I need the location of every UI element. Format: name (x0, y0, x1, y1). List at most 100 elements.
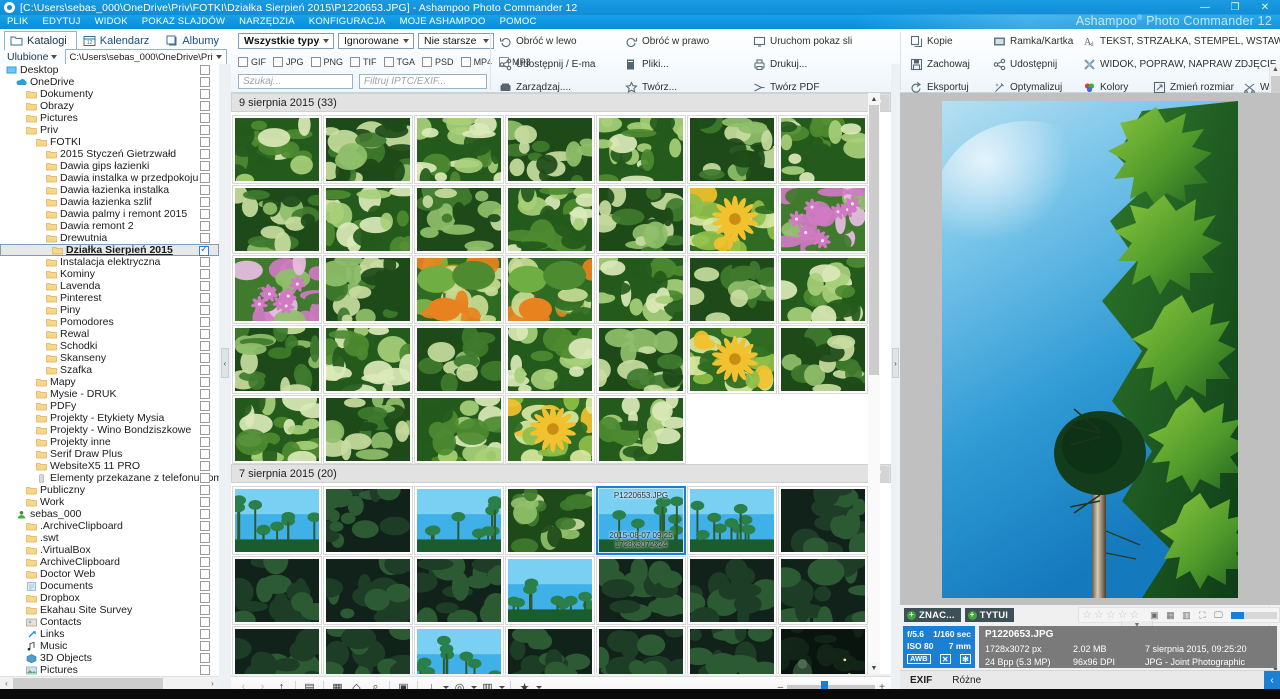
thumbnail[interactable] (596, 626, 686, 674)
tree-item[interactable]: ArchiveClipboard (0, 556, 219, 568)
tree-item[interactable]: Documents (0, 580, 219, 592)
tree-item-checkbox[interactable] (200, 209, 210, 219)
tree-item[interactable]: Pictures (0, 112, 219, 124)
tree-item[interactable]: Dawia palmy i remont 2015 (0, 208, 219, 220)
scroll-down-icon[interactable]: ▼ (868, 662, 880, 674)
tree-item[interactable]: Doctor Web (0, 568, 219, 580)
star-icon[interactable]: ☆ (1094, 610, 1104, 621)
action-slideshow[interactable]: Uruchom pokaz sli (751, 34, 854, 49)
tree-item[interactable]: Obrazy (0, 100, 219, 112)
tab-rozne[interactable]: Różne (942, 675, 991, 686)
scroll-up-icon[interactable]: ▲ (1270, 64, 1280, 75)
tree-item-checkbox[interactable] (200, 197, 210, 207)
star-icon[interactable]: ☆ (1082, 610, 1092, 621)
tree-item[interactable]: Piny (0, 304, 219, 316)
browser-vertical-scrollbar[interactable]: ▲ ▼ (868, 93, 880, 674)
thumbnail[interactable] (596, 115, 686, 184)
tree-item-checkbox[interactable] (200, 425, 210, 435)
format-checkbox-psd[interactable]: PSD (422, 57, 454, 67)
thumbnail[interactable] (687, 556, 777, 625)
format-checkbox-mp4[interactable]: MP4 (461, 57, 493, 67)
tree-item-checkbox[interactable] (200, 65, 210, 75)
action-copy[interactable]: Kopie (908, 34, 991, 49)
fit-icon[interactable]: ▣ (1147, 609, 1161, 621)
tree-item[interactable]: Dawia gips łazienki (0, 160, 219, 172)
menu-item-pokaz-slajd-w[interactable]: POKAZ SLAJDÓW (135, 15, 232, 29)
tree-item-checkbox[interactable] (200, 605, 210, 615)
action-files[interactable]: Pliki... (623, 57, 751, 72)
tree-item-checkbox[interactable] (200, 233, 210, 243)
thumbnail[interactable] (687, 325, 777, 394)
thumbnail[interactable] (414, 185, 504, 254)
thumbnail[interactable] (414, 626, 504, 674)
tree-item-checkbox[interactable] (200, 269, 210, 279)
tree-item-checkbox[interactable] (200, 317, 210, 327)
thumbnail[interactable] (596, 255, 686, 324)
splitter-handle[interactable]: ‹ (221, 348, 229, 378)
zoom-thumb[interactable] (1231, 612, 1244, 619)
checkbox[interactable] (350, 57, 360, 67)
thumbnail[interactable] (596, 556, 686, 625)
tree-item[interactable]: Links (0, 628, 219, 640)
tab-kalendarz[interactable]: 12Kalendarz (77, 31, 160, 50)
tree-item[interactable]: Instalacja elektryczna (0, 256, 219, 268)
tree-item-checkbox[interactable] (200, 401, 210, 411)
checkbox[interactable] (273, 57, 283, 67)
thumbnail[interactable] (232, 255, 322, 324)
fullscreen-icon[interactable]: ⛶ (1195, 609, 1209, 621)
tree-item[interactable]: 3D Objects (0, 652, 219, 664)
format-checkbox-gif[interactable]: GIF (238, 57, 266, 67)
action-print[interactable]: Drukuj... (751, 57, 809, 72)
thumbnail[interactable] (505, 395, 595, 464)
thumbnail[interactable] (232, 115, 322, 184)
tree-item-checkbox[interactable] (200, 377, 210, 387)
group-header[interactable]: 7 sierpnia 2015 (20)▼ (231, 464, 891, 483)
tree-item-checkbox[interactable] (200, 617, 210, 627)
tree-item-checkbox[interactable] (200, 281, 210, 291)
tree-item-checkbox[interactable] (200, 413, 210, 423)
star-icon[interactable]: ☆ (1106, 610, 1116, 621)
tree-item-checkbox[interactable] (199, 246, 209, 256)
tree-item[interactable]: Dawia łazienka szlif (0, 196, 219, 208)
tree-item-checkbox[interactable] (200, 557, 210, 567)
thumbnail[interactable] (778, 185, 868, 254)
scroll-left-icon[interactable]: ‹ (0, 677, 13, 690)
file-type-select[interactable]: Wszystkie typy (238, 33, 334, 49)
thumbnail[interactable] (687, 626, 777, 674)
tree-item-checkbox[interactable] (200, 509, 210, 519)
tree-item-checkbox[interactable] (200, 545, 210, 555)
thumbnail[interactable] (323, 486, 413, 555)
tree-item[interactable]: Szafka (0, 364, 219, 376)
splitter-handle[interactable]: › (892, 348, 899, 378)
tree-item-checkbox[interactable] (200, 329, 210, 339)
tree-item-checkbox[interactable] (200, 389, 210, 399)
tree-item-checkbox[interactable] (200, 89, 210, 99)
thumbnail[interactable] (414, 486, 504, 555)
tree-item[interactable]: Skanseny (0, 352, 219, 364)
tree-item-checkbox[interactable] (200, 161, 210, 171)
menu-item-konfiguracja[interactable]: KONFIGURACJA (302, 15, 393, 29)
tree-item-checkbox[interactable] (200, 305, 210, 315)
star-icon[interactable]: ☆ (1130, 610, 1140, 621)
thumbnail[interactable] (778, 325, 868, 394)
menu-item-widok[interactable]: WIDOK (88, 15, 135, 29)
scroll-thumb[interactable] (869, 105, 879, 375)
collapse-panel-icon[interactable]: ‹ (1264, 671, 1280, 690)
thumbnail[interactable] (778, 255, 868, 324)
compare-icon[interactable]: ▥ (1179, 609, 1193, 621)
tree-item-checkbox[interactable] (200, 665, 210, 675)
thumbnail[interactable] (323, 395, 413, 464)
left-splitter[interactable]: ‹ (219, 64, 231, 689)
action-rotate-right[interactable]: Obróć w prawo (623, 34, 751, 49)
search-input[interactable]: Szukaj... (238, 74, 353, 89)
thumbnail[interactable] (323, 115, 413, 184)
screen-icon[interactable]: 🖵 (1211, 609, 1225, 621)
tree-item[interactable]: Dawia łazienka instalka (0, 184, 219, 196)
action-frame[interactable]: Ramka/Kartka (991, 34, 1081, 49)
star-icon[interactable]: ☆ (1118, 610, 1128, 621)
tree-item-checkbox[interactable] (200, 185, 210, 195)
tree-item-checkbox[interactable] (200, 293, 210, 303)
tree-item[interactable]: Kominy (0, 268, 219, 280)
thumbnail[interactable] (232, 626, 322, 674)
tree-item-checkbox[interactable] (200, 473, 210, 483)
